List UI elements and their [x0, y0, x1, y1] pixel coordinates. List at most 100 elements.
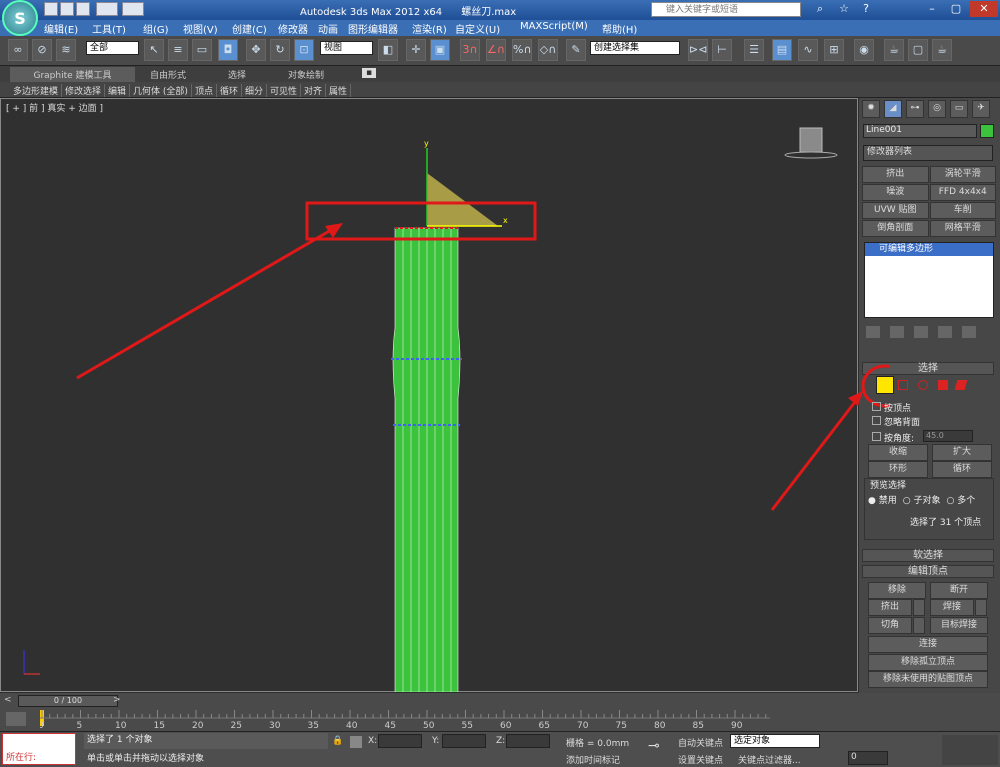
named-selection-dropdown[interactable]: 创建选择集	[590, 41, 680, 55]
utilities-tab-icon[interactable]: ✈	[972, 100, 990, 118]
target-weld-button[interactable]: 目标焊接	[930, 617, 988, 634]
subtab-loops[interactable]: 循环	[217, 84, 242, 97]
weld-settings-icon[interactable]	[975, 599, 987, 616]
menu-rendering[interactable]: 渲染(R)	[412, 21, 447, 36]
subtab-align[interactable]: 对齐	[301, 84, 327, 97]
graphite-toggle-icon[interactable]: ▤	[772, 39, 792, 61]
ffd-mod-button[interactable]: FFD 4x4x4	[929, 184, 996, 201]
turbosmooth-mod-button[interactable]: 涡轮平滑	[929, 166, 996, 183]
modifier-list-dropdown[interactable]: 修改器列表	[863, 145, 993, 161]
edit-vertices-rollout[interactable]: 编辑顶点	[862, 565, 994, 578]
preview-multi-radio[interactable]: ○ 多个	[946, 493, 975, 506]
info-center-icon[interactable]: ☆	[832, 1, 856, 17]
object-color-swatch[interactable]	[980, 124, 994, 138]
percent-snap-icon[interactable]: %∩	[512, 39, 532, 61]
open-file-icon[interactable]	[60, 2, 74, 16]
shrink-button[interactable]: 收缩	[868, 444, 928, 461]
subtab-edit[interactable]: 编辑	[105, 84, 131, 97]
select-by-name-icon[interactable]: ≡	[168, 39, 188, 61]
pin-stack-icon[interactable]	[866, 326, 880, 338]
mini-curve-editor-icon[interactable]	[6, 712, 26, 726]
time-slider-next-icon[interactable]: >	[113, 695, 121, 705]
select-manipulate-icon[interactable]: ✛	[406, 39, 426, 61]
extrude-settings-icon[interactable]	[913, 599, 925, 616]
by-angle-checkbox[interactable]	[872, 432, 881, 441]
set-key-button[interactable]: 设置关键点	[678, 753, 723, 766]
viewcube-ring[interactable]	[784, 151, 838, 159]
bind-spacewarp-icon[interactable]: ≋	[56, 39, 76, 61]
uvw-map-mod-button[interactable]: UVW 贴图	[862, 202, 929, 219]
material-editor-icon[interactable]: ◉	[854, 39, 874, 61]
new-file-icon[interactable]	[44, 2, 58, 16]
link-icon[interactable]: ∞	[8, 39, 28, 61]
app-logo-icon[interactable]: S	[2, 0, 38, 36]
by-vertex-checkbox[interactable]	[872, 402, 881, 411]
bevel-profile-mod-button[interactable]: 倒角剖面	[862, 220, 929, 237]
create-tab-icon[interactable]: ✹	[862, 100, 880, 118]
selection-filter-dropdown[interactable]: 全部	[86, 41, 139, 55]
render-production-icon[interactable]: ☕	[932, 39, 952, 61]
menu-modifiers[interactable]: 修改器	[278, 21, 308, 36]
snap-3d-icon[interactable]: 3∩	[460, 39, 480, 61]
remove-modifier-icon[interactable]	[938, 326, 952, 338]
modifier-stack[interactable]: 可编辑多边形	[864, 242, 994, 318]
layer-manager-icon[interactable]: ☰	[744, 39, 764, 61]
menu-graph-editors[interactable]: 图形编辑器	[348, 21, 398, 36]
grow-button[interactable]: 扩大	[932, 444, 992, 461]
edge-subobject-icon[interactable]	[898, 380, 908, 390]
remove-button[interactable]: 移除	[868, 582, 926, 599]
extrude-button[interactable]: 挤出	[868, 599, 912, 616]
absolute-mode-icon[interactable]	[350, 736, 362, 748]
connect-button[interactable]: 连接	[868, 636, 988, 653]
align-icon[interactable]: ⊢	[712, 39, 732, 61]
key-icon[interactable]: ⊸	[648, 738, 660, 754]
menu-create[interactable]: 创建(C)	[232, 21, 267, 36]
subtab-subdivision[interactable]: 细分	[242, 84, 267, 97]
subtab-poly-modeling[interactable]: 多边形建模	[10, 84, 63, 97]
angle-snap-icon[interactable]: ∠∩	[486, 39, 506, 61]
maximize-button[interactable]: ▢	[944, 1, 968, 17]
stack-item-editable-poly[interactable]: 可编辑多边形	[865, 243, 993, 256]
lathe-mod-button[interactable]: 车削	[929, 202, 996, 219]
display-tab-icon[interactable]: ▭	[950, 100, 968, 118]
search-icon[interactable]: ⌕	[808, 1, 832, 17]
search-input[interactable]: 键入关键字或短语	[651, 2, 801, 17]
viewport-nav-controls[interactable]	[942, 735, 998, 765]
auto-key-button[interactable]: 自动关键点	[678, 736, 723, 749]
help-icon[interactable]: ?	[854, 1, 878, 17]
weld-button[interactable]: 焊接	[930, 599, 974, 616]
pivot-center-icon[interactable]: ◧	[378, 39, 398, 61]
ignore-backface-checkbox[interactable]	[872, 416, 881, 425]
menu-help[interactable]: 帮助(H)	[602, 21, 637, 36]
rect-selection-icon[interactable]: ▭	[192, 39, 212, 61]
menu-views[interactable]: 视图(V)	[183, 21, 218, 36]
extrude-mod-button[interactable]: 挤出	[862, 166, 929, 183]
modify-tab-icon[interactable]: ◢	[884, 100, 902, 118]
tab-selection[interactable]: 选择	[228, 68, 246, 81]
show-end-result-icon[interactable]	[890, 326, 904, 338]
render-setup-icon[interactable]: ☕	[884, 39, 904, 61]
undo-icon[interactable]	[96, 2, 118, 16]
reference-coord-dropdown[interactable]: 视图	[320, 41, 373, 55]
transform-gizmo[interactable]	[427, 173, 498, 226]
viewcube[interactable]	[799, 127, 823, 153]
x-coord-input[interactable]	[378, 734, 422, 748]
current-frame-input[interactable]: 0	[848, 751, 888, 765]
y-coord-input[interactable]	[442, 734, 486, 748]
chamfer-settings-icon[interactable]	[913, 617, 925, 634]
window-crossing-icon[interactable]: ◘	[218, 39, 238, 61]
border-subobject-icon[interactable]	[918, 380, 928, 390]
subtab-modify-selection[interactable]: 修改选择	[62, 84, 106, 97]
z-coord-input[interactable]	[506, 734, 550, 748]
motion-tab-icon[interactable]: ◎	[928, 100, 946, 118]
menu-group[interactable]: 组(G)	[143, 21, 169, 36]
maxscript-listener[interactable]: 所在行:	[2, 733, 76, 765]
break-button[interactable]: 断开	[930, 582, 988, 599]
rotate-icon[interactable]: ↻	[270, 39, 290, 61]
preview-disable-radio[interactable]: ● 禁用	[868, 493, 897, 506]
ribbon-options-icon[interactable]: ▪	[362, 68, 376, 78]
preview-subobject-radio[interactable]: ○ 子对象	[903, 493, 941, 506]
subtab-vertices[interactable]: 顶点	[192, 84, 217, 97]
remove-isolated-button[interactable]: 移除孤立顶点	[868, 654, 988, 671]
minimize-button[interactable]: –	[920, 1, 944, 17]
